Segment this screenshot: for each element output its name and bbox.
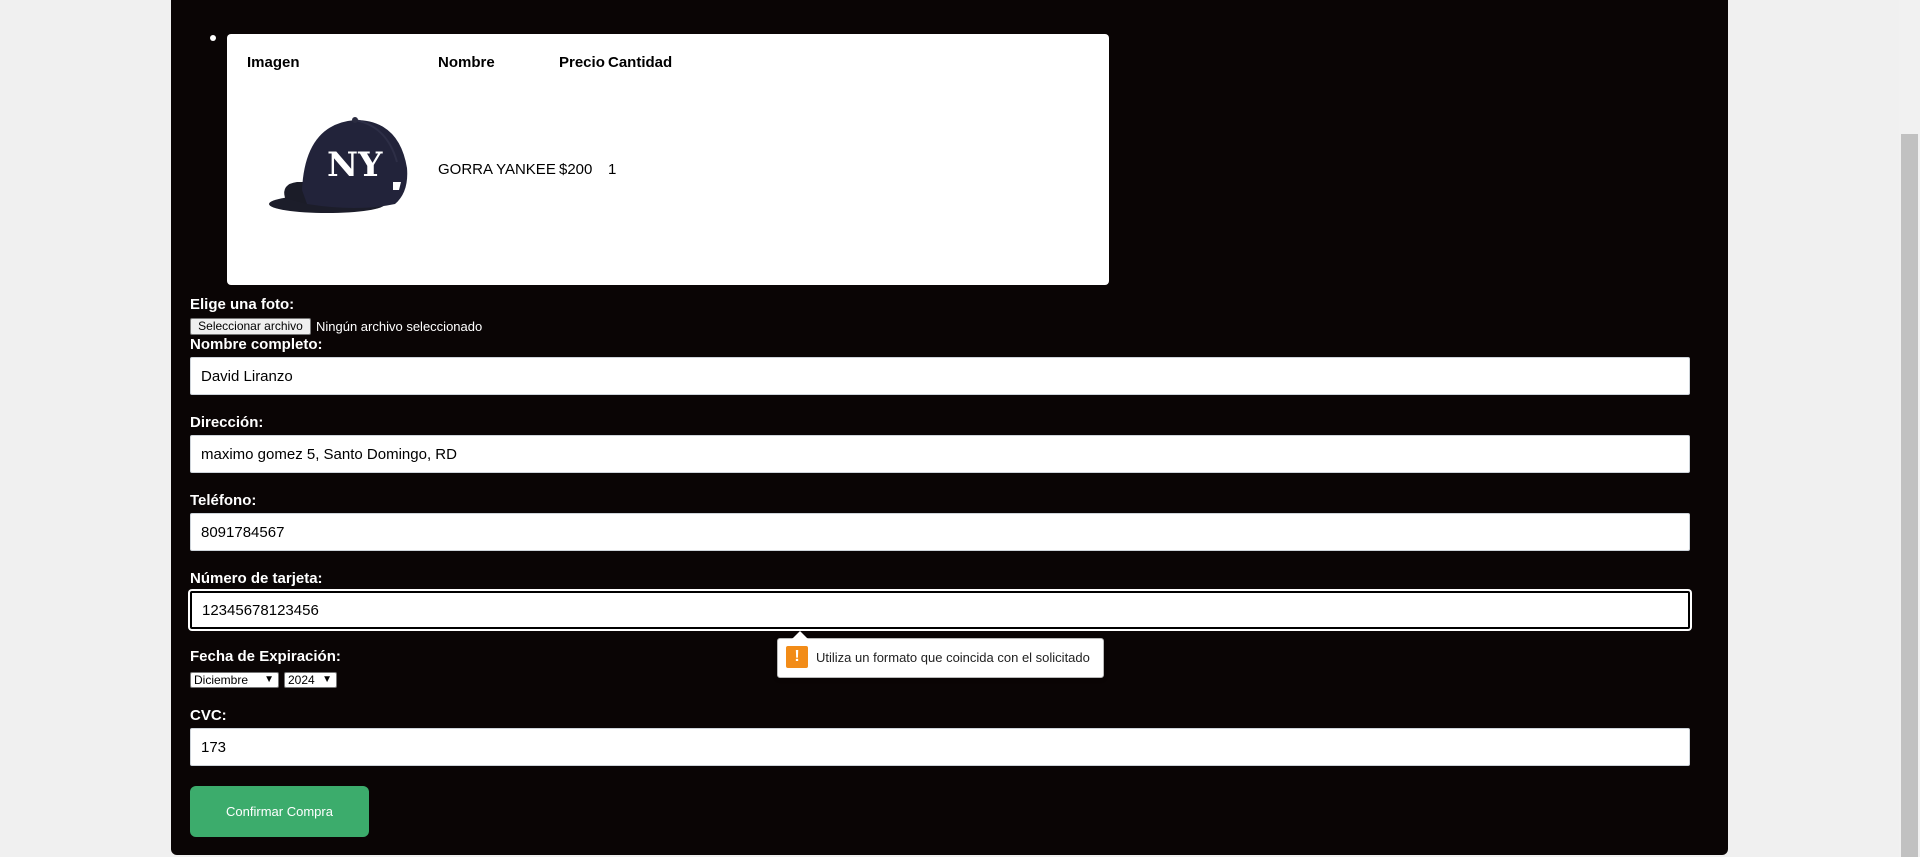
card-number-label: Número de tarjeta: [190, 570, 323, 587]
name-label: Nombre completo: [190, 336, 323, 353]
item-name: GORRA YANKEE [438, 161, 556, 178]
header-name: Nombre [438, 54, 495, 71]
tooltip-arrow [792, 631, 808, 639]
expiry-year-value: 2024 [288, 673, 315, 687]
header-image: Imagen [247, 54, 300, 71]
address-input[interactable] [190, 435, 1690, 473]
cvc-label: CVC: [190, 707, 227, 724]
chevron-down-icon: ▼ [322, 674, 332, 685]
photo-label: Elige una foto: [190, 296, 295, 313]
phone-input[interactable] [190, 513, 1690, 551]
svg-text:NY: NY [327, 145, 383, 185]
validation-tooltip: ! Utiliza un formato que coincida con el… [777, 631, 1104, 678]
yankees-cap-icon: NY [267, 112, 413, 225]
expiry-label: Fecha de Expiración: [190, 648, 341, 665]
page-scrollbar[interactable] [1899, 0, 1920, 857]
list-bullet [210, 35, 216, 41]
expiry-month-value: Diciembre [194, 673, 249, 687]
header-quantity: Cantidad [608, 54, 673, 71]
scrollbar-thumb[interactable] [1901, 134, 1918, 857]
file-select-button[interactable]: Seleccionar archivo [190, 318, 311, 335]
expiry-year-select[interactable]: 2024 ▼ [284, 672, 337, 688]
cvc-input[interactable] [190, 728, 1690, 766]
card-number-input[interactable] [190, 591, 1690, 629]
warning-icon: ! [786, 646, 808, 668]
address-label: Dirección: [190, 414, 264, 431]
phone-label: Teléfono: [190, 492, 257, 509]
cart-table: Imagen Nombre Precio Cantidad NY GORRA Y… [227, 34, 1109, 285]
full-name-input[interactable] [190, 357, 1690, 395]
file-status: Ningún archivo seleccionado [316, 319, 483, 334]
chevron-down-icon: ▼ [264, 674, 274, 685]
validation-message: Utiliza un formato que coincida con el s… [816, 650, 1090, 665]
item-price: $200 [559, 161, 593, 178]
confirm-purchase-button[interactable]: Confirmar Compra [190, 786, 369, 837]
expiry-month-select[interactable]: Diciembre ▼ [190, 672, 279, 688]
item-quantity: 1 [608, 161, 617, 178]
header-price: Precio [559, 54, 605, 71]
